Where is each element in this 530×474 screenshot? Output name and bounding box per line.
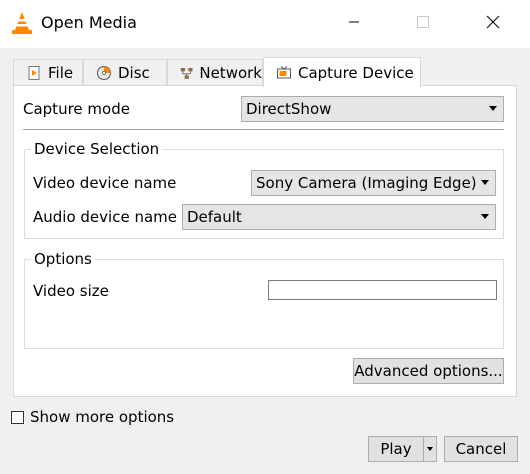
show-more-options-label: Show more options [30,408,175,426]
maximize-icon [417,16,429,28]
tab-file[interactable]: File [13,59,83,86]
maximize-button[interactable] [400,0,446,44]
video-size-input[interactable] [268,280,497,300]
vlc-cone-icon [12,12,32,34]
minimize-button[interactable] [331,0,377,44]
chevron-down-icon [481,214,489,219]
cancel-button[interactable]: Cancel [444,436,518,462]
tab-capture-device[interactable]: Capture Device [263,57,421,87]
chevron-down-icon [489,106,497,111]
video-size-label: Video size [33,282,109,300]
file-icon [28,66,40,80]
tab-file-label: File [48,64,74,82]
device-selection-title: Device Selection [31,140,163,158]
audio-device-select[interactable]: Default [182,204,496,230]
tab-disc[interactable]: Disc [83,59,167,86]
show-more-options-checkbox[interactable] [11,411,24,424]
video-device-value: Sony Camera (Imaging Edge) [256,174,477,192]
disc-icon [97,66,111,80]
tab-network-label: Network [199,64,262,82]
chevron-down-icon [481,180,489,185]
network-icon [180,67,193,79]
tab-disc-label: Disc [118,64,150,82]
play-button[interactable]: Play [368,436,424,462]
video-device-select[interactable]: Sony Camera (Imaging Edge) [251,170,496,196]
tab-network[interactable]: Network [167,59,263,86]
audio-device-value: Default [187,208,242,226]
separator [23,129,504,130]
options-title: Options [31,250,95,268]
audio-device-label: Audio device name [33,208,177,226]
capture-mode-value: DirectShow [246,100,332,118]
capture-mode-select[interactable]: DirectShow [241,96,504,122]
capture-device-panel: Capture mode DirectShow Device Selection… [13,85,517,397]
chevron-down-icon [427,447,433,451]
play-dropdown-button[interactable] [423,436,437,462]
device-selection-group: Device Selection Video device name Sony … [24,140,504,239]
close-button[interactable] [470,0,516,44]
options-group: Options Video size [24,250,504,349]
video-device-label: Video device name [33,174,177,192]
close-icon [486,15,500,29]
capture-mode-label: Capture mode [23,100,130,118]
window-title: Open Media [41,13,137,32]
advanced-options-button[interactable]: Advanced options... [353,358,504,384]
tab-capture-device-label: Capture Device [298,63,414,82]
minimize-icon [349,21,359,23]
capture-device-icon [277,65,291,78]
title-bar: Open Media [0,0,530,48]
